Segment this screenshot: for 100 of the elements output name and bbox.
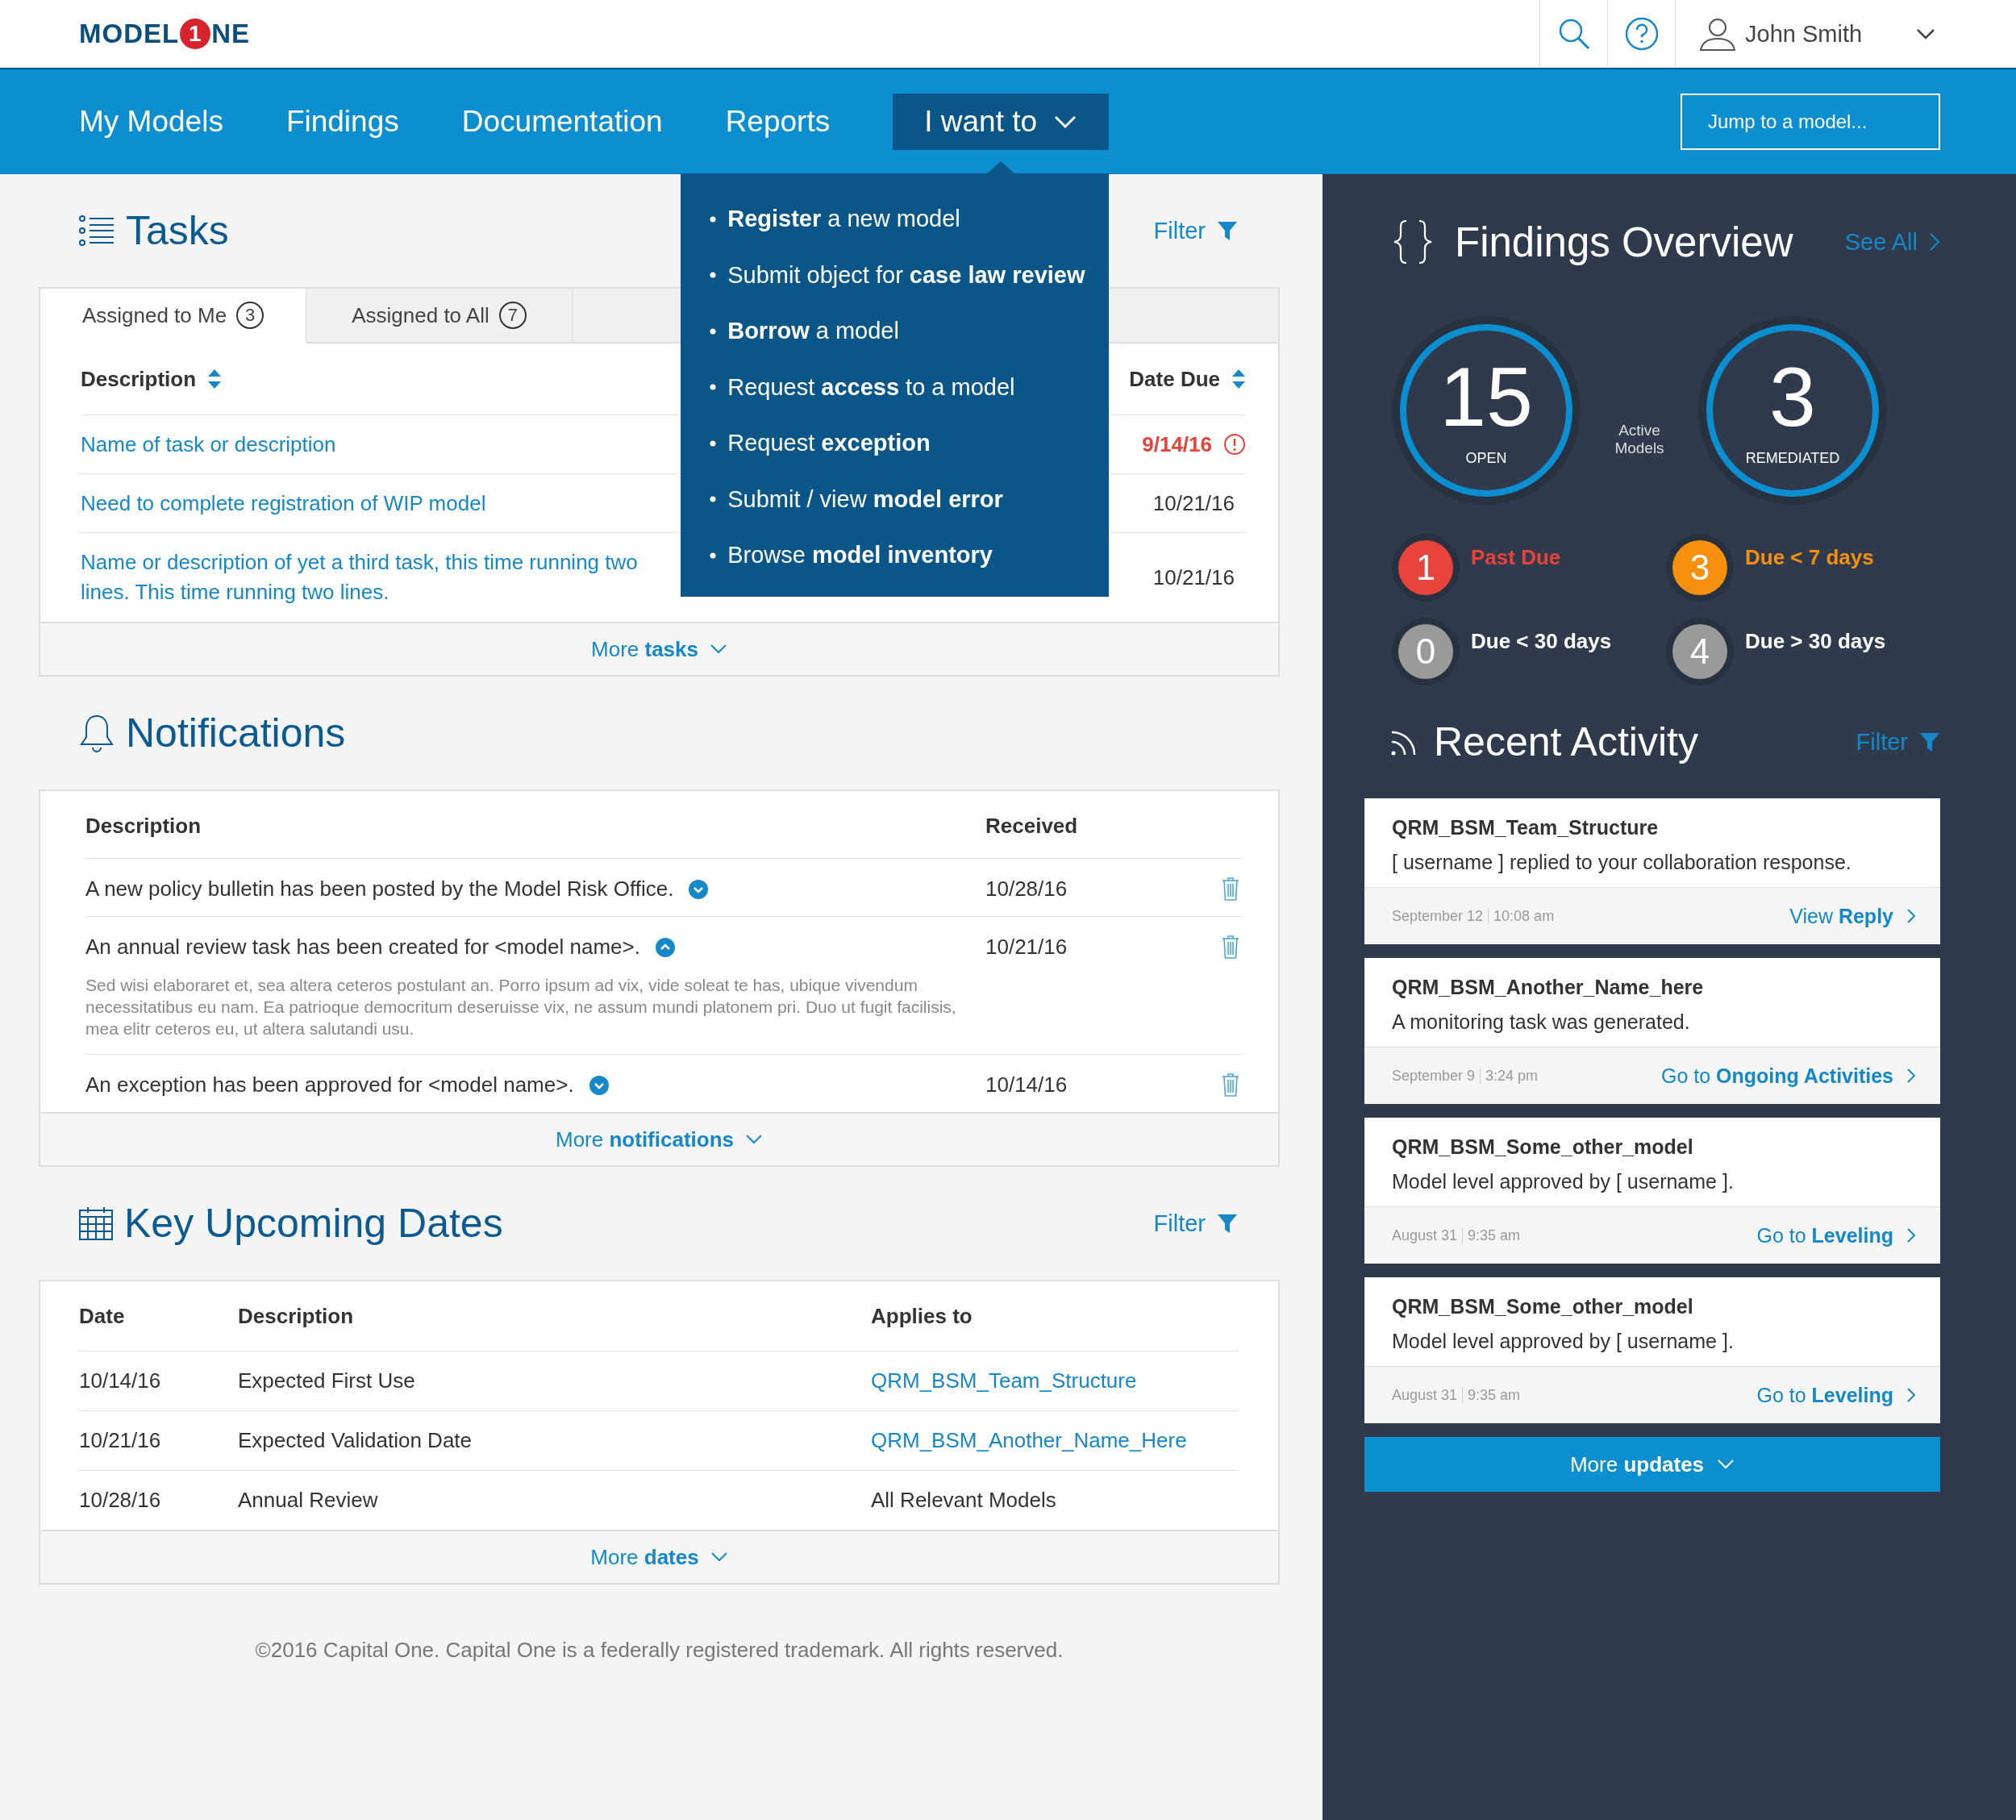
nav-link[interactable]: Findings	[285, 69, 399, 173]
model-name: QRM_BSM_Some_other_model	[1392, 1295, 1694, 1318]
activity-time: 9:35 am	[1468, 1227, 1521, 1244]
model-link[interactable]: QRM_BSM_Team_Structure	[871, 1368, 1238, 1393]
chevron-down-icon	[710, 1551, 728, 1563]
date-cell-text: 10/28/16	[79, 1488, 162, 1513]
total-ring: 15 OPEN	[1392, 316, 1581, 505]
panel-title: Findings Overview	[1455, 218, 1793, 266]
due-date: 9/14/16	[1142, 431, 1212, 457]
activity-link[interactable]: Go to Leveling	[1756, 1383, 1916, 1407]
model-name: QRM_BSM_Team_Structure	[1392, 816, 1660, 839]
filter-button[interactable]: Filter	[1153, 217, 1238, 244]
task-link[interactable]: Need to complete registration of WIP model	[81, 488, 677, 519]
activity-link[interactable]: Go to Leveling	[1756, 1223, 1916, 1247]
table-cell-text: Annual Review	[238, 1488, 379, 1513]
received-date: 10/14/16	[985, 1072, 1068, 1097]
user-menu[interactable]: John Smith	[1675, 0, 2016, 68]
activity-link[interactable]: View Reply	[1789, 904, 1916, 928]
sort-icon[interactable]	[207, 369, 223, 389]
bell-icon	[79, 714, 115, 752]
bullet-icon	[710, 272, 717, 279]
menu-item[interactable]: Request access to a model	[710, 359, 1110, 415]
bullet-icon	[710, 215, 717, 223]
activity-message: Model level approved by [ username ].	[1392, 1170, 1735, 1193]
section-title: Notifications	[126, 710, 346, 756]
bullet-icon	[710, 439, 717, 447]
activity-time: 3:24 pm	[1485, 1067, 1539, 1085]
expand-toggle-icon[interactable]	[588, 1074, 610, 1096]
activity-time: 9:35 am	[1468, 1386, 1521, 1404]
chevron-right-icon	[1906, 1227, 1916, 1244]
trash-icon[interactable]	[1222, 935, 1239, 959]
trash-icon[interactable]	[1222, 877, 1239, 901]
filter-button[interactable]: Filter	[1856, 728, 1940, 756]
section-title: Tasks	[126, 207, 229, 254]
activity-message: A monitoring task was generated.	[1392, 1010, 1691, 1034]
column-header: Applies to	[871, 1303, 973, 1329]
date-cell-text: 10/21/16	[79, 1428, 162, 1453]
chevron-right-icon	[1906, 1386, 1916, 1404]
ring-caption: Active Models	[1614, 422, 1665, 457]
table-cell-text: Expected Validation Date	[238, 1428, 473, 1453]
nav-link[interactable]: Documentation	[461, 69, 663, 173]
task-link[interactable]: Name of task or description	[81, 429, 677, 460]
bucket-label: Past Due	[1471, 545, 1561, 570]
see-all-link[interactable]: See All	[1844, 228, 1940, 256]
activity-link[interactable]: Go to Ongoing Activities	[1661, 1064, 1916, 1088]
sort-icon[interactable]	[1231, 369, 1246, 389]
expand-toggle-icon[interactable]	[688, 878, 710, 900]
table-cell-text: Expected First Use	[238, 1368, 416, 1393]
menu-item[interactable]: Borrow a model	[710, 303, 1110, 360]
help-icon	[1623, 16, 1660, 52]
more-button[interactable]: More notifications	[40, 1112, 1278, 1165]
chevron-right-icon	[1929, 232, 1940, 252]
activity-message: [ username ] replied to your collaboration response.	[1392, 851, 1852, 874]
notification-text: A new policy bulletin has been posted by the Model Risk Office.	[85, 877, 674, 902]
trash-icon[interactable]	[1222, 1072, 1239, 1097]
menu-item[interactable]: Browse model inventory	[710, 527, 1110, 584]
menu-button[interactable]: I want to	[893, 93, 1110, 150]
tab[interactable]: Assigned to All 7	[306, 289, 573, 344]
activity-date: August 31	[1392, 1227, 1458, 1244]
nav-link[interactable]: Reports	[725, 69, 831, 173]
caret-icon	[1053, 114, 1078, 129]
column-header[interactable]: Date Due	[1129, 366, 1220, 392]
menu-item[interactable]: Submit object for case law review	[710, 247, 1110, 303]
user-icon	[1698, 16, 1737, 52]
bucket-label: Due < 30 days	[1471, 629, 1612, 654]
due-date: 10/21/16	[1152, 490, 1235, 516]
menu-item[interactable]: Register a new model	[710, 191, 1110, 248]
nav-link[interactable]: My Models	[79, 69, 223, 173]
panel-title: Recent Activity	[1434, 718, 1698, 765]
menu-item[interactable]: Submit / view model error	[710, 471, 1110, 527]
expand-toggle-icon[interactable]	[655, 936, 676, 958]
logo[interactable]: MODEL 1 NE	[79, 0, 250, 68]
model-name: QRM_BSM_Some_other_model	[1392, 1135, 1694, 1159]
calendar-icon	[79, 1206, 113, 1240]
more-button[interactable]: More tasks	[40, 622, 1278, 675]
activity-date: September 9	[1392, 1067, 1476, 1085]
table-cell-text: All Relevant Models	[871, 1488, 1057, 1513]
notification-text: An exception has been approved for <model name>.	[85, 1072, 574, 1097]
chevron-down-icon	[1717, 1459, 1735, 1470]
more-updates-button[interactable]: More updates	[1364, 1437, 1940, 1492]
column-header: Date	[79, 1303, 126, 1329]
menu-item[interactable]: Request exception	[710, 415, 1110, 472]
received-date: 10/28/16	[985, 877, 1068, 902]
task-link[interactable]: Name or description of yet a third task, this time running two lines. This time running two lines.	[81, 548, 677, 607]
model-link[interactable]: QRM_BSM_Another_Name_Here	[871, 1428, 1238, 1453]
column-header[interactable]: Description	[81, 366, 197, 392]
caret-icon	[1916, 28, 1935, 40]
column-header: Received	[985, 814, 1079, 839]
bullet-icon	[710, 496, 717, 503]
count-badge: 3	[1672, 540, 1727, 595]
bullet-icon	[710, 552, 717, 559]
filter-button[interactable]: Filter	[1153, 1210, 1238, 1237]
bucket-label: Due < 7 days	[1745, 545, 1874, 570]
filter-icon	[1217, 220, 1238, 241]
jump-field[interactable]: Jump to a model...	[1681, 93, 1940, 150]
total-ring: 3 REMEDIATED	[1698, 316, 1887, 505]
section-title: Key Upcoming Dates	[124, 1200, 503, 1247]
activity-date: August 31	[1392, 1386, 1458, 1404]
count-badge: 1	[1398, 540, 1453, 595]
more-button[interactable]: More dates	[40, 1530, 1278, 1583]
